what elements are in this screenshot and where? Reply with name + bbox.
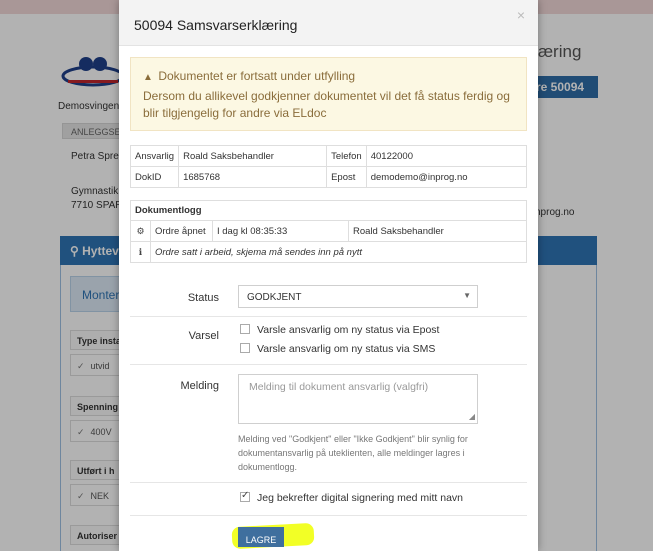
telefon-label: Telefon [326, 145, 367, 167]
table-row: Ansvarlig Roald Saksbehandler Telefon 40… [129, 145, 528, 167]
document-info-table: Ansvarlig Roald Saksbehandler Telefon 40… [129, 145, 528, 188]
info-icon: ℹ [130, 241, 151, 263]
ansvarlig-label: Ansvarlig [129, 145, 180, 167]
table-row: Dokumentlogg [130, 200, 527, 221]
table-row: ⚙ Ordre åpnet I dag kl 08:35:33 Roald Sa… [130, 220, 527, 242]
status-label: Status [187, 292, 219, 304]
epost-label: Epost [326, 166, 367, 188]
status-select[interactable]: GODKJENT ▼ [238, 285, 478, 308]
log-user: Roald Saksbehandler [348, 220, 527, 242]
log-note: Ordre satt i arbeid, skjema må sendes in… [150, 241, 527, 263]
confirm-signing-option[interactable]: Jeg bekrefter digital signering med mitt… [240, 490, 463, 504]
ansvarlig-value: Roald Saksbehandler [178, 145, 328, 167]
divider [130, 482, 527, 483]
varsel-epost-checkbox[interactable] [240, 324, 250, 334]
divider [130, 515, 527, 516]
dokid-value: 1685768 [178, 166, 328, 188]
divider [130, 316, 527, 317]
divider [130, 364, 527, 365]
varsel-label: Varsel [188, 330, 219, 342]
dokid-label: DokID [129, 166, 180, 188]
melding-help-text: Melding ved "Godkjent" eller "Ikke Godkj… [238, 434, 468, 472]
modal-title: 50094 Samsvarserklæring [134, 17, 298, 33]
warning-title: Dokumentet er fortsatt under utfylling [158, 69, 356, 83]
confirm-signing-checkbox[interactable] [240, 490, 250, 502]
varsel-sms-checkbox[interactable] [240, 343, 250, 353]
melding-label: Melding [180, 380, 219, 392]
warning-alert: ▲ Dokumentet er fortsatt under utfylling… [130, 57, 527, 131]
log-time: I dag kl 08:35:33 [212, 220, 349, 242]
chevron-down-icon: ▼ [463, 291, 471, 300]
warning-text: Dersom du allikevel godkjenner dokumente… [143, 89, 510, 120]
melding-textarea[interactable]: Melding til dokument ansvarlig (valgfri)… [238, 374, 478, 424]
varsel-epost-option[interactable]: Varsle ansvarlig om ny status via Epost [240, 324, 439, 336]
log-title: Dokumentlogg [130, 200, 527, 221]
resize-handle-icon[interactable]: ◢ [469, 412, 475, 421]
table-row: ℹ Ordre satt i arbeid, skjema må sendes … [130, 241, 527, 263]
close-icon[interactable]: × [517, 7, 525, 23]
telefon-value: 40122000 [365, 145, 528, 167]
warning-icon: ▲ [143, 72, 153, 83]
epost-value: demodemo@inprog.no [365, 166, 528, 188]
document-log-table: Dokumentlogg ⚙ Ordre åpnet I dag kl 08:3… [130, 200, 527, 263]
samsvar-modal: 50094 Samsvarserklæring × ▲ Dokumentet e… [119, 0, 538, 551]
save-button[interactable]: LAGRE [238, 527, 284, 547]
cogs-icon: ⚙ [130, 220, 151, 242]
modal-header: 50094 Samsvarserklæring × [119, 0, 538, 46]
log-action: Ordre åpnet [150, 220, 213, 242]
table-row: DokID 1685768 Epost demodemo@inprog.no [129, 166, 528, 188]
varsel-sms-option[interactable]: Varsle ansvarlig om ny status via SMS [240, 343, 435, 355]
